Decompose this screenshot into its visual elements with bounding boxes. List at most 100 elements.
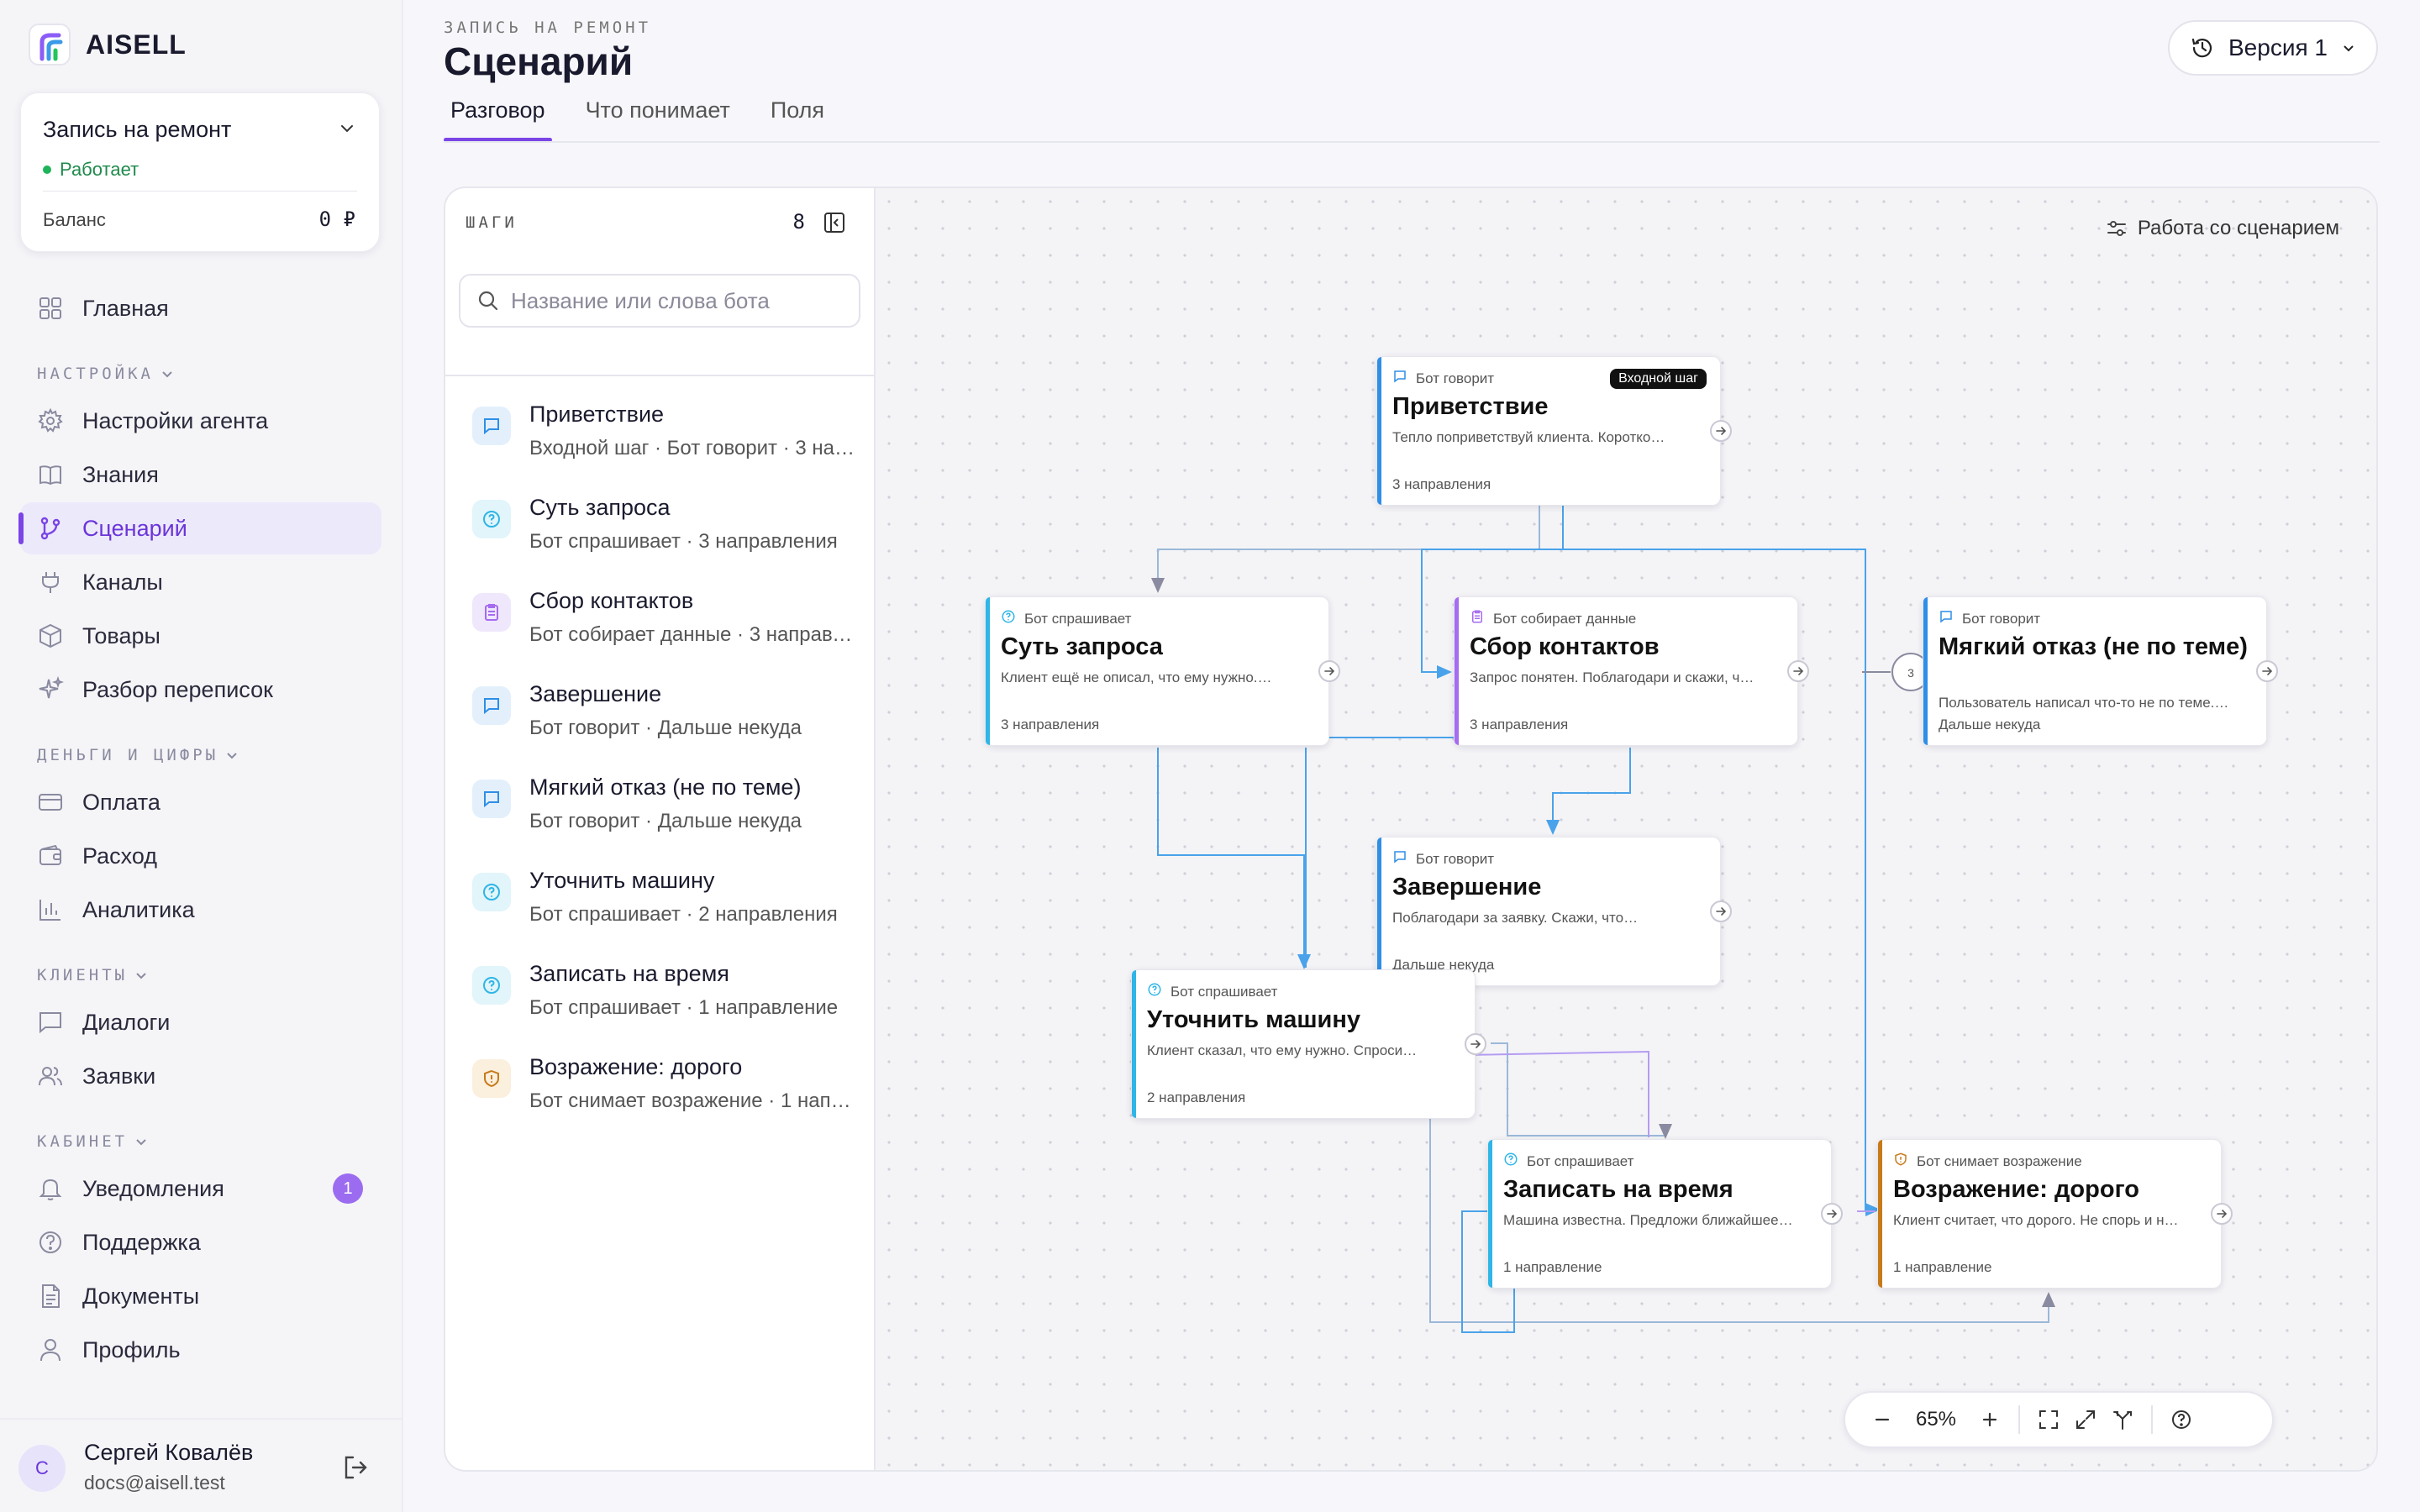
auto-layout-button[interactable] bbox=[2104, 1401, 2141, 1438]
node-footer: Дальше некуда bbox=[1939, 717, 2041, 732]
steps-search-input[interactable] bbox=[511, 287, 830, 314]
notification-count-badge: 1 bbox=[333, 1173, 363, 1204]
step-list-item[interactable]: Уточнить машину Бот спрашивает · 2 напра… bbox=[472, 863, 859, 947]
flow-node-refusal[interactable]: Бот говорит Мягкий отказ (не по теме) По… bbox=[1923, 596, 2278, 746]
node-output-port[interactable] bbox=[1787, 660, 1809, 682]
logout-icon[interactable] bbox=[341, 1453, 370, 1482]
collapse-panel-icon[interactable] bbox=[823, 212, 845, 234]
help-circle-icon bbox=[39, 1231, 61, 1253]
question-icon bbox=[1001, 609, 1016, 628]
version-selector[interactable]: Версия 1 bbox=[2168, 20, 2378, 76]
step-list-item[interactable]: Записать на время Бот спрашивает · 1 нап… bbox=[472, 956, 859, 1040]
nav-item-review[interactable]: Разбор переписок bbox=[20, 664, 381, 716]
nav-section-settings[interactable]: НАСТРОЙКА bbox=[37, 365, 174, 383]
flow-canvas[interactable]: Работа со сценарием 3 Бот говорит Входно… bbox=[876, 188, 2376, 1470]
nav-item-support[interactable]: Поддержка bbox=[20, 1216, 381, 1268]
nav-item-expense[interactable]: Расход bbox=[20, 830, 381, 882]
page-header: ЗАПИСЬ НА РЕМОНТ Сценарий Версия 1 Разго… bbox=[403, 0, 2420, 160]
nav-item-analytics[interactable]: Аналитика bbox=[20, 884, 381, 936]
chat-icon bbox=[472, 407, 511, 445]
node-output-port[interactable] bbox=[1821, 1203, 1843, 1225]
nav-item-payment[interactable]: Оплата bbox=[20, 776, 381, 828]
flow-node-time[interactable]: Бот спрашивает Записать на время Машина … bbox=[1487, 1139, 1843, 1289]
balance-value: 0 ₽ bbox=[318, 207, 355, 231]
node-output-port[interactable] bbox=[1710, 420, 1732, 442]
node-description: Пользователь написал что-то не по теме.… bbox=[1939, 695, 2229, 711]
brand[interactable]: AISELL bbox=[29, 24, 187, 66]
node-description: Клиент считает, что дорого. Не спорь и н… bbox=[1893, 1212, 2179, 1228]
page-kicker: ЗАПИСЬ НА РЕМОНТ bbox=[444, 18, 652, 37]
steps-search[interactable] bbox=[459, 274, 860, 328]
flow-node-car[interactable]: Бот спрашивает Уточнить машину Клиент ск… bbox=[1131, 969, 1486, 1119]
document-icon bbox=[42, 1284, 60, 1308]
nav-section-cabinet[interactable]: КАБИНЕТ bbox=[37, 1132, 148, 1151]
step-list-item[interactable]: Сбор контактов Бот собирает данные · 3 н… bbox=[472, 583, 859, 667]
step-list-item[interactable]: Завершение Бот говорит · Дальше некуда bbox=[472, 676, 859, 760]
chat-icon bbox=[1392, 849, 1407, 869]
question-icon bbox=[472, 966, 511, 1005]
branch-arrows-icon bbox=[2113, 1411, 2132, 1430]
node-accent-bar bbox=[1377, 837, 1381, 985]
nav-item-dialogs[interactable]: Диалоги bbox=[20, 996, 381, 1048]
step-list-item[interactable]: Мягкий отказ (не по теме) Бот говорит · … bbox=[472, 769, 859, 853]
toolbar-divider bbox=[2151, 1405, 2153, 1434]
zoom-in-button[interactable] bbox=[1971, 1401, 2008, 1438]
flow-node-essence[interactable]: Бот спрашивает Суть запроса Клиент ещё н… bbox=[985, 596, 1340, 746]
nav-item-channels[interactable]: Каналы bbox=[20, 556, 381, 608]
divider bbox=[43, 191, 357, 192]
tab-fields[interactable]: Поля bbox=[764, 91, 831, 142]
flow-node-contacts[interactable]: Бот собирает данные Сбор контактов Запро… bbox=[1454, 596, 1809, 746]
flow-node-greeting[interactable]: Бот говорит Входной шаг Приветствие Тепл… bbox=[1376, 356, 1732, 506]
node-output-port[interactable] bbox=[2211, 1203, 2233, 1225]
step-list-item[interactable]: Суть запроса Бот спрашивает · 3 направле… bbox=[472, 490, 859, 574]
node-title: Завершение bbox=[1392, 874, 1542, 900]
chat-icon bbox=[1939, 609, 1954, 628]
nav-item-agent-settings[interactable]: Настройки агента bbox=[20, 395, 381, 447]
node-kind-label: Бот говорит bbox=[1416, 370, 1495, 386]
avatar[interactable]: С bbox=[18, 1445, 66, 1492]
node-kind: Бот говорит bbox=[1939, 609, 2040, 628]
scenario-workspace: ШАГИ 8 Приветствие Входной шаг · Бот гов… bbox=[444, 186, 2378, 1472]
nav-item-documents[interactable]: Документы bbox=[20, 1270, 381, 1322]
chevron-down-icon bbox=[136, 973, 146, 979]
minus-icon bbox=[1875, 1418, 1890, 1421]
section-label: НАСТРОЙКА bbox=[37, 365, 154, 383]
section-label: КАБИНЕТ bbox=[37, 1132, 129, 1151]
fullscreen-button[interactable] bbox=[2067, 1401, 2104, 1438]
fit-view-button[interactable] bbox=[2030, 1401, 2067, 1438]
node-kind-label: Бот говорит bbox=[1962, 610, 2041, 627]
nav-section-clients[interactable]: КЛИЕНТЫ bbox=[37, 966, 148, 984]
agent-switcher[interactable]: Запись на ремонт Работает Баланс 0 ₽ bbox=[20, 92, 380, 252]
tab-understands[interactable]: Что понимает bbox=[579, 91, 737, 142]
node-output-port[interactable] bbox=[1710, 900, 1732, 922]
flow-node-finish[interactable]: Бот говорит Завершение Поблагодари за за… bbox=[1376, 837, 1732, 986]
arrow-right-icon bbox=[2262, 667, 2273, 675]
shield-icon bbox=[1893, 1152, 1908, 1171]
node-output-port[interactable] bbox=[1318, 660, 1340, 682]
edge bbox=[1157, 748, 1311, 969]
nav-item-products[interactable]: Товары bbox=[20, 610, 381, 662]
nav-item-home[interactable]: Главная bbox=[20, 282, 381, 334]
nav-item-notifications[interactable]: Уведомления 1 bbox=[20, 1163, 381, 1215]
help-button[interactable] bbox=[2163, 1401, 2200, 1438]
nav-item-scenario[interactable]: Сценарий bbox=[18, 502, 381, 554]
node-output-port[interactable] bbox=[1465, 1033, 1486, 1055]
user-email: docs@aisell.test bbox=[84, 1472, 225, 1494]
node-title: Записать на время bbox=[1503, 1176, 1733, 1203]
nav-item-knowledge[interactable]: Знания bbox=[20, 449, 381, 501]
nav-item-requests[interactable]: Заявки bbox=[20, 1050, 381, 1102]
node-accent-bar bbox=[1132, 970, 1136, 1118]
nav-section-money[interactable]: ДЕНЬГИ И ЦИФРЫ bbox=[37, 746, 239, 764]
flow-node-objection[interactable]: Бот снимает возражение Возражение: дорог… bbox=[1877, 1139, 2233, 1289]
node-kind: Бот говорит bbox=[1392, 849, 1494, 869]
step-list-item[interactable]: Возражение: дорого Бот снимает возражени… bbox=[472, 1049, 859, 1133]
bar-chart-icon bbox=[39, 900, 60, 921]
nav-label: Знания bbox=[82, 461, 159, 487]
zoom-out-button[interactable] bbox=[1864, 1401, 1901, 1438]
node-output-port[interactable] bbox=[2256, 660, 2278, 682]
node-title: Приветствие bbox=[1392, 393, 1549, 420]
canvas-toolbar: 65% bbox=[1844, 1391, 2274, 1448]
step-list-item[interactable]: Приветствие Входной шаг · Бот говорит · … bbox=[472, 396, 859, 480]
nav-item-profile[interactable]: Профиль bbox=[20, 1324, 381, 1376]
tab-conversation[interactable]: Разговор bbox=[444, 91, 552, 142]
